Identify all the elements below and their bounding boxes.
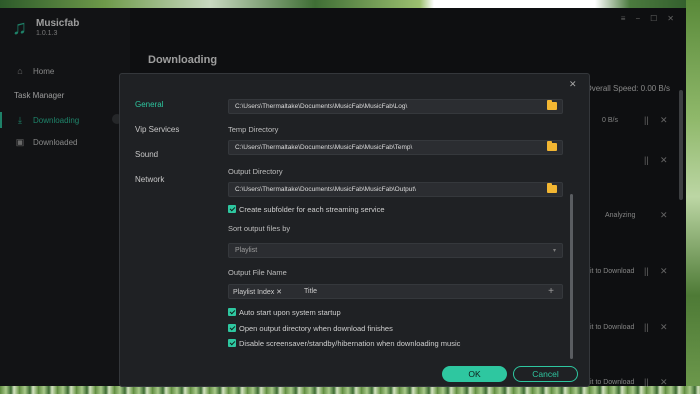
file-name-tag-title[interactable]: Title	[304, 288, 317, 295]
folder-icon[interactable]	[547, 141, 557, 151]
cancel-button[interactable]: Cancel	[513, 366, 578, 382]
checkbox-checked-icon[interactable]	[228, 339, 236, 347]
output-directory-path: C:\Users\Thermaltake\Documents\MusicFab\…	[235, 186, 416, 193]
output-file-name-label: Output File Name	[228, 268, 287, 277]
output-file-name-field[interactable]: Playlist Index ✕ Title +	[228, 284, 563, 299]
open-output-directory-label: Open output directory when download fini…	[239, 323, 393, 333]
tab-network[interactable]: Network	[135, 175, 164, 184]
sort-output-value: Playlist	[235, 247, 258, 254]
output-directory-field[interactable]: C:\Users\Thermaltake\Documents\MusicFab\…	[228, 182, 563, 197]
desktop-background-top	[0, 0, 700, 8]
sort-output-label: Sort output files by	[228, 224, 291, 233]
checkbox-checked-icon[interactable]	[228, 205, 236, 213]
disable-screensaver-label: Disable screensaver/standby/hibernation …	[239, 338, 461, 348]
sort-output-select[interactable]: Playlist ▾	[228, 243, 563, 258]
desktop-background-bottom	[0, 386, 700, 394]
folder-icon[interactable]	[547, 183, 557, 193]
tab-sound[interactable]: Sound	[135, 150, 158, 159]
log-directory-field[interactable]: C:\Users\Thermaltake\Documents\MusicFab\…	[228, 99, 563, 114]
ok-button[interactable]: OK	[442, 366, 507, 382]
disable-screensaver-checkbox[interactable]: Disable screensaver/standby/hibernation …	[228, 338, 460, 348]
temp-directory-field[interactable]: C:\Users\Thermaltake\Documents\MusicFab\…	[228, 140, 563, 155]
log-directory-path: C:\Users\Thermaltake\Documents\MusicFab\…	[235, 103, 408, 110]
dialog-scrollbar[interactable]	[570, 194, 573, 359]
add-tag-icon[interactable]: +	[548, 286, 554, 297]
temp-directory-path: C:\Users\Thermaltake\Documents\MusicFab\…	[235, 144, 413, 151]
general-settings-panel: C:\Users\Thermaltake\Documents\MusicFab\…	[228, 74, 573, 364]
output-directory-label: Output Directory	[228, 167, 283, 176]
file-name-tag-playlist-index[interactable]: Playlist Index ✕	[233, 288, 282, 296]
temp-directory-label: Temp Directory	[228, 125, 279, 134]
open-output-directory-checkbox[interactable]: Open output directory when download fini…	[228, 323, 393, 333]
folder-icon[interactable]	[547, 100, 557, 110]
checkbox-checked-icon[interactable]	[228, 308, 236, 316]
chevron-down-icon: ▾	[552, 248, 556, 254]
create-subfolder-checkbox[interactable]: Create subfolder for each streaming serv…	[228, 204, 385, 214]
auto-start-checkbox[interactable]: Auto start upon system startup	[228, 307, 341, 317]
desktop-background-right	[686, 0, 700, 394]
create-subfolder-label: Create subfolder for each streaming serv…	[239, 204, 385, 214]
settings-dialog: ✕ General Vip Services Sound Network C:\…	[119, 73, 590, 387]
tab-general[interactable]: General	[135, 100, 163, 109]
checkbox-checked-icon[interactable]	[228, 324, 236, 332]
auto-start-label: Auto start upon system startup	[239, 307, 341, 317]
tab-vip-services[interactable]: Vip Services	[135, 125, 179, 134]
